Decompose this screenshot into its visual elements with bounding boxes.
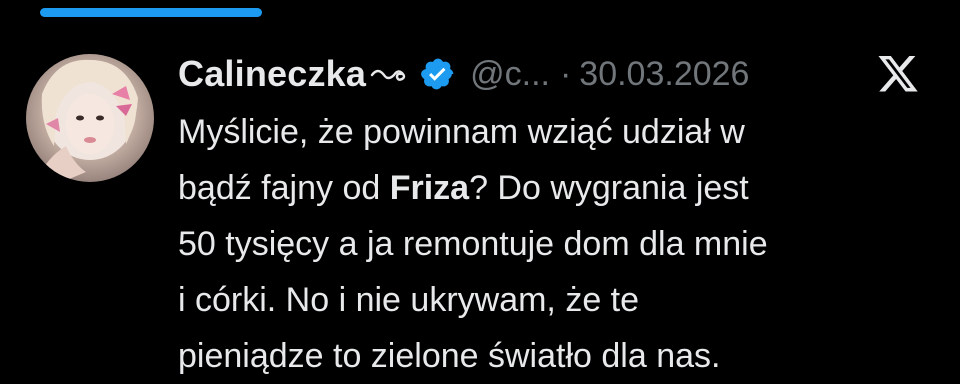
x-logo-icon[interactable]	[876, 56, 920, 96]
tweet-text-line: bądź fajny od Friza? Do wygrania jest	[178, 160, 948, 216]
tweet-text-line: i córki. No i nie ukrywam, że te	[178, 272, 948, 328]
tweet-text-line: 50 tysięcy a ja remontuje dom dla mnie	[178, 216, 948, 272]
tweet-text: Myślicie, że powinnam wziąć udział w bąd…	[178, 104, 948, 384]
text-segment: ? Do wygrania jest	[469, 169, 749, 207]
text-segment: 50 tysięcy a ja remontuje dom dla mnie	[178, 225, 768, 263]
verified-badge-icon[interactable]	[420, 56, 456, 92]
avatar[interactable]	[26, 54, 154, 182]
text-segment: bądź fajny od	[178, 169, 390, 207]
swirl-icon	[370, 63, 410, 85]
scroll-indicator-bar	[40, 8, 262, 17]
tweet-header: Calineczka @c... · 30.03.2026	[178, 48, 960, 100]
display-name[interactable]: Calineczka	[178, 53, 366, 95]
text-segment: pieniądze to zielone światło dla nas.	[178, 337, 721, 375]
username-handle[interactable]: @c...	[470, 55, 550, 94]
tweet-date[interactable]: 30.03.2026	[579, 55, 749, 94]
tweet-text-line: Myślicie, że powinnam wziąć udział w	[178, 104, 948, 160]
text-segment: Myślicie, że powinnam wziąć udział w	[178, 113, 745, 151]
avatar-image	[36, 59, 138, 182]
tweet-text-line: pieniądze to zielone światło dla nas.	[178, 328, 948, 384]
text-segment: i córki. No i nie ukrywam, że te	[178, 281, 640, 319]
separator-dot: ·	[559, 54, 572, 93]
bold-mention-text: Friza	[389, 169, 470, 207]
